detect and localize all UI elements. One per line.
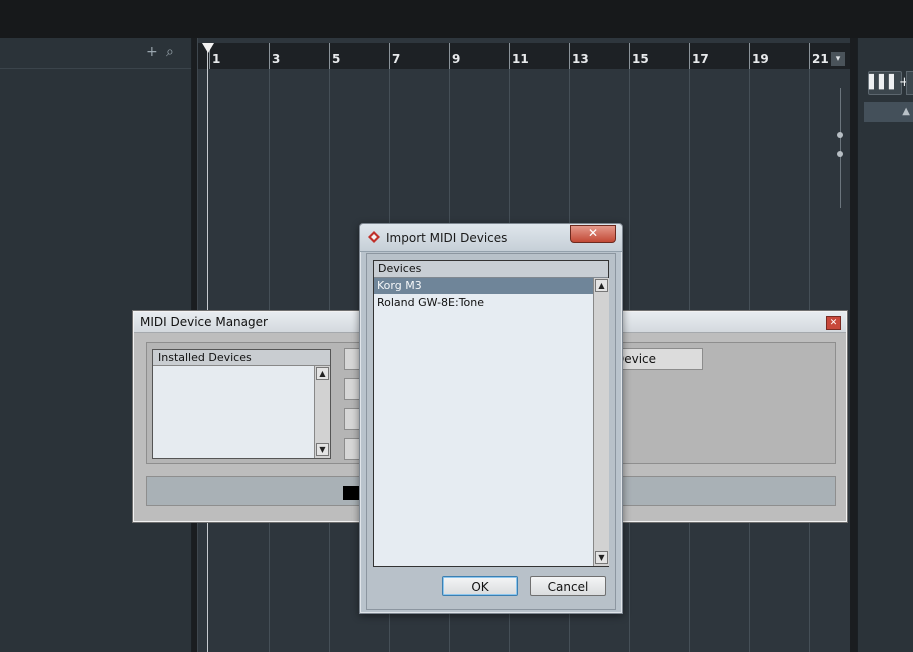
import-dialog-close-icon[interactable]: ✕ xyxy=(570,225,616,243)
cubase-logo-icon xyxy=(368,231,380,243)
scroll-down-icon[interactable]: ▼ xyxy=(316,443,329,456)
ok-button[interactable]: OK xyxy=(442,576,518,596)
bar-number: 9 xyxy=(452,52,461,66)
bar-number: 11 xyxy=(512,52,529,66)
import-midi-devices-dialog: Import MIDI Devices ✕ Devices Korg M3 Ro… xyxy=(359,223,623,614)
bar-number: 3 xyxy=(272,52,281,66)
left-locator-marker[interactable] xyxy=(202,43,214,53)
import-dialog-title: Import MIDI Devices xyxy=(386,231,508,245)
devices-list[interactable]: Devices Korg M3 Roland GW-8E:Tone ▲ ▼ xyxy=(373,260,609,567)
panel-section-header[interactable]: ▲ xyxy=(864,102,913,122)
timeline-ruler[interactable]: 1 3 5 7 9 11 13 15 17 19 21 ▾ xyxy=(198,43,850,69)
search-icon[interactable]: ⌕ xyxy=(166,44,174,60)
ruler-menu-icon[interactable]: ▾ xyxy=(831,52,845,66)
top-toolbar xyxy=(0,0,913,38)
list-item[interactable]: Roland GW-8E:Tone xyxy=(374,295,593,311)
bar-number: 5 xyxy=(332,52,341,66)
installed-devices-header: Installed Devices xyxy=(153,350,330,366)
up-arrow-icon: ▲ xyxy=(902,106,910,117)
import-dialog-titlebar[interactable]: Import MIDI Devices ✕ xyxy=(360,224,622,252)
zoom-handle[interactable] xyxy=(837,132,843,138)
scroll-up-icon[interactable]: ▲ xyxy=(595,279,608,292)
cancel-button[interactable]: Cancel xyxy=(530,576,606,596)
bar-number: 7 xyxy=(392,52,401,66)
mdm-device-button[interactable]: Device xyxy=(609,348,703,370)
secondary-panel-button[interactable] xyxy=(906,71,913,95)
add-instrument-button[interactable]: ▌▌▌+ xyxy=(868,71,910,95)
mdm-close-icon[interactable]: ✕ xyxy=(826,316,841,330)
devices-list-header: Devices xyxy=(374,261,608,278)
installed-devices-list[interactable]: Installed Devices ▲ ▼ xyxy=(152,349,331,459)
bar-number: 17 xyxy=(692,52,709,66)
import-dialog-content: Devices Korg M3 Roland GW-8E:Tone ▲ ▼ OK… xyxy=(366,253,616,610)
bar-number: 19 xyxy=(752,52,769,66)
scroll-down-icon[interactable]: ▼ xyxy=(595,551,608,564)
devices-scrollbar[interactable]: ▲ ▼ xyxy=(593,278,609,566)
bar-number: 21 xyxy=(812,52,829,66)
mdm-title: MIDI Device Manager xyxy=(140,315,268,329)
zoom-handle[interactable] xyxy=(837,151,843,157)
add-track-icon[interactable]: + xyxy=(146,44,158,60)
bar-number: 1 xyxy=(212,52,221,66)
bar-number: 13 xyxy=(572,52,589,66)
installed-scrollbar[interactable]: ▲ ▼ xyxy=(314,366,330,458)
right-zone-panel: ▌▌▌+ ▲ xyxy=(857,38,913,652)
bar-number: 15 xyxy=(632,52,649,66)
list-item[interactable]: Korg M3 xyxy=(374,278,593,294)
inspector-header: + ⌕ xyxy=(0,38,191,69)
vertical-zoom-slider[interactable] xyxy=(840,88,841,208)
scroll-up-icon[interactable]: ▲ xyxy=(316,367,329,380)
